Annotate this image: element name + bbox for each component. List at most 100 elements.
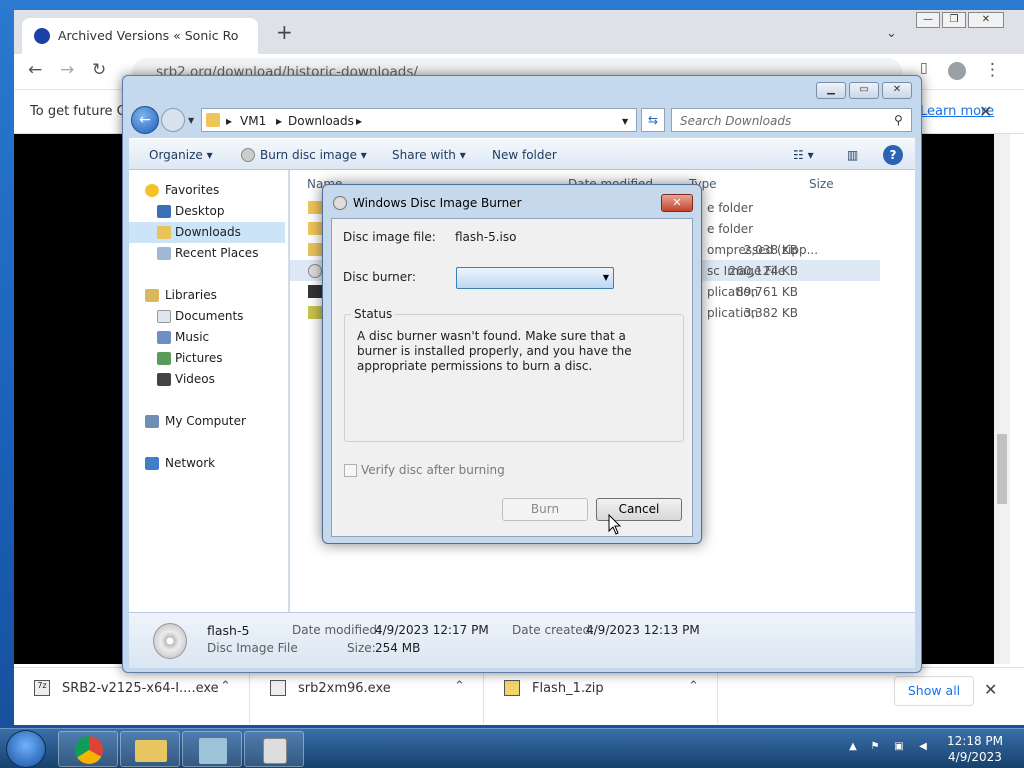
chevron-up-icon[interactable]: ⌃ xyxy=(454,679,465,694)
taskbar-app[interactable] xyxy=(182,731,242,767)
address-dropdown-icon[interactable]: ▼ xyxy=(622,117,628,126)
chevron-up-icon[interactable]: ⌃ xyxy=(220,679,231,694)
zip-icon xyxy=(504,680,520,696)
maximize-icon[interactable]: ▭ xyxy=(849,82,879,99)
reload-icon[interactable]: ↻ xyxy=(92,60,106,80)
disc-burner-select[interactable]: ▼ xyxy=(456,267,614,289)
7z-exe-icon xyxy=(308,285,322,298)
nav-my-computer[interactable]: My Computer xyxy=(129,411,289,432)
action-center-icon[interactable]: ⚑ xyxy=(868,741,882,755)
pictures-icon xyxy=(157,352,171,365)
minimize-icon[interactable]: ▁ xyxy=(816,82,846,99)
disc-image-value: flash-5.iso xyxy=(455,230,517,244)
dialog-close-button[interactable]: ✕ xyxy=(661,194,693,212)
restore-icon[interactable]: ❐ xyxy=(942,12,966,28)
verify-label: Verify disc after burning xyxy=(361,463,505,477)
menu-dots-icon[interactable]: ⋮ xyxy=(984,60,1001,80)
recent-pages-icon[interactable]: ▼ xyxy=(188,116,194,125)
show-all-button[interactable]: Show all xyxy=(894,676,974,706)
side-panel-icon[interactable]: ▯ xyxy=(920,60,928,76)
nav-music[interactable]: Music xyxy=(129,327,289,348)
downloads-bar: 7z SRB2-v2125-x64-I....exe ⌃ srb2xm96.ex… xyxy=(14,667,1024,724)
preview-pane-icon[interactable]: ▥ xyxy=(847,148,858,162)
tab-search-button[interactable]: ⌄ xyxy=(886,26,897,41)
checkbox-box[interactable] xyxy=(344,464,357,477)
infobar-close-icon[interactable]: ✕ xyxy=(979,102,992,121)
detail-file-name: flash-5 xyxy=(207,623,250,638)
share-with-button[interactable]: Share with ▾ xyxy=(392,148,466,162)
chevron-down-icon: ▼ xyxy=(602,273,609,282)
back-icon[interactable]: ← xyxy=(131,106,159,134)
close-icon[interactable]: ✕ xyxy=(968,12,1004,28)
back-icon[interactable]: ← xyxy=(28,60,42,80)
nav-favorites[interactable]: Favorites xyxy=(129,180,289,201)
detail-date-modified: 4/9/2023 12:17 PM xyxy=(375,623,489,637)
libraries-icon xyxy=(145,289,159,302)
nav-libraries[interactable]: Libraries xyxy=(129,285,289,306)
nav-network[interactable]: Network xyxy=(129,453,289,474)
status-label: Status xyxy=(351,307,396,321)
search-input[interactable]: Search Downloads ⚲ xyxy=(671,108,912,132)
address-bar[interactable]: ▸ VM1 ▸ Downloads ▸ ▼ xyxy=(201,108,637,132)
clock-date: 4/9/2023 xyxy=(948,750,1002,764)
status-message: A disc burner wasn't found. Make sure th… xyxy=(357,329,632,373)
burn-button[interactable]: Burn xyxy=(502,498,588,521)
tray-expand-icon[interactable]: ▲ xyxy=(846,741,860,755)
mouse-cursor-icon xyxy=(608,514,622,535)
dialog-body: Disc image file: flash-5.iso Disc burner… xyxy=(331,218,693,537)
detail-file-kind: Disc Image File xyxy=(207,641,298,655)
volume-icon[interactable]: ◀ xyxy=(916,741,930,755)
forward-icon[interactable]: → xyxy=(60,60,74,80)
disc-burner-icon xyxy=(263,738,287,764)
details-pane: flash-5 Disc Image File Date modified: 4… xyxy=(129,612,915,668)
browser-tab[interactable]: Archived Versions « Sonic Robo Blast 2 xyxy=(22,18,258,54)
detail-date-created: 4/9/2023 12:13 PM xyxy=(586,623,700,637)
close-icon[interactable]: ✕ xyxy=(882,82,912,99)
sonic-favicon-icon xyxy=(34,28,50,44)
taskbar-explorer[interactable] xyxy=(120,731,180,767)
command-bar: Organize ▾ Burn disc image ▾ Share with … xyxy=(129,138,915,170)
network-icon xyxy=(145,457,159,470)
downloads-close-icon[interactable]: ✕ xyxy=(984,680,997,699)
scrollbar-thumb[interactable] xyxy=(997,434,1007,504)
nav-recent-places[interactable]: Recent Places xyxy=(129,243,289,264)
downloads-folder-icon xyxy=(157,226,171,239)
detail-date-created-label: Date created: xyxy=(512,623,595,637)
chevron-up-icon[interactable]: ⌃ xyxy=(688,679,699,694)
detail-size-label: Size: xyxy=(347,641,376,655)
nav-videos[interactable]: Videos xyxy=(129,369,289,390)
download-item[interactable]: Flash_1.zip ⌃ xyxy=(484,668,718,724)
minimize-icon[interactable]: — xyxy=(916,12,940,28)
clock-time: 12:18 PM xyxy=(947,734,1003,748)
nav-downloads[interactable]: Downloads xyxy=(129,222,285,243)
download-name: Flash_1.zip xyxy=(532,681,604,696)
new-folder-button[interactable]: New folder xyxy=(492,148,557,162)
start-button[interactable] xyxy=(6,730,46,768)
clock[interactable]: 12:18 PM 4/9/2023 xyxy=(940,733,1010,765)
disc-image-icon xyxy=(153,623,187,659)
profile-avatar[interactable] xyxy=(948,62,966,80)
view-options-icon[interactable]: ☷ ▾ xyxy=(793,148,814,162)
taskbar-disc-burner[interactable] xyxy=(244,731,304,767)
help-icon[interactable]: ? xyxy=(883,145,903,165)
folder-icon xyxy=(308,222,322,235)
search-icon[interactable]: ⚲ xyxy=(894,113,903,127)
nav-documents[interactable]: Documents xyxy=(129,306,289,327)
taskbar-chrome[interactable] xyxy=(58,731,118,767)
column-size[interactable]: Size xyxy=(809,177,834,191)
new-tab-button[interactable]: + xyxy=(276,22,293,42)
download-item[interactable]: 7z SRB2-v2125-x64-I....exe ⌃ xyxy=(14,668,250,724)
organize-button[interactable]: Organize ▾ xyxy=(149,148,213,162)
download-name: srb2xm96.exe xyxy=(298,681,391,696)
nav-desktop[interactable]: Desktop xyxy=(129,201,289,222)
burn-disc-image-button[interactable]: Burn disc image ▾ xyxy=(260,148,367,162)
download-item[interactable]: srb2xm96.exe ⌃ xyxy=(250,668,484,724)
breadcrumb-downloads[interactable]: Downloads xyxy=(288,114,354,128)
breadcrumb-vm1[interactable]: VM1 xyxy=(240,114,266,128)
refresh-icon[interactable]: ⇆ xyxy=(641,108,665,132)
nav-pictures[interactable]: Pictures xyxy=(129,348,289,369)
disc-icon xyxy=(241,148,255,162)
network-icon[interactable]: ▣ xyxy=(892,741,906,755)
forward-icon[interactable] xyxy=(161,108,185,132)
page-scrollbar[interactable] xyxy=(994,134,1010,664)
